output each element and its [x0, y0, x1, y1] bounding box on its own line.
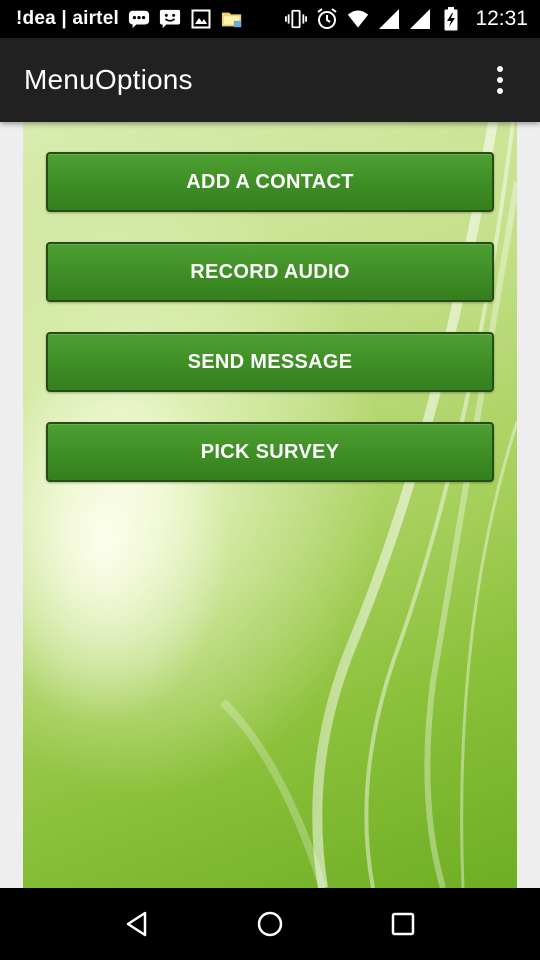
carrier-label: !dea | airtel	[16, 8, 119, 29]
app-title: MenuOptions	[24, 64, 193, 95]
clock: 12:31	[475, 7, 528, 30]
chat-bubble-icon	[128, 8, 150, 30]
overflow-dot	[497, 88, 503, 94]
vibrate-icon	[285, 8, 308, 30]
status-right: 12:31	[285, 7, 528, 31]
image-icon	[190, 8, 212, 30]
alarm-icon	[316, 8, 338, 30]
overflow-dot	[497, 77, 503, 83]
add-contact-button[interactable]: ADD A CONTACT	[46, 152, 494, 212]
app-bar: MenuOptions	[0, 38, 540, 122]
record-audio-button[interactable]: RECORD AUDIO	[46, 242, 494, 302]
more-vert-icon[interactable]	[484, 56, 516, 104]
signal-icon	[378, 8, 400, 30]
overflow-dot	[497, 66, 503, 72]
status-bar: !dea | airtel 12:31	[0, 0, 540, 38]
wifi-icon	[347, 8, 369, 30]
pick-survey-button[interactable]: PICK SURVEY	[46, 422, 494, 482]
background-swoosh	[220, 122, 517, 888]
status-left: !dea | airtel	[16, 8, 243, 30]
home-icon[interactable]	[240, 894, 300, 954]
navigation-bar	[0, 888, 540, 960]
signal-icon-2	[409, 8, 431, 30]
folder-icon	[221, 8, 243, 30]
battery-charging-icon	[440, 7, 462, 31]
face-message-icon	[159, 8, 181, 30]
back-icon[interactable]	[107, 894, 167, 954]
send-message-button[interactable]: SEND MESSAGE	[46, 332, 494, 392]
recents-icon[interactable]	[373, 894, 433, 954]
menu-content: ADD A CONTACT RECORD AUDIO SEND MESSAGE …	[23, 122, 517, 888]
